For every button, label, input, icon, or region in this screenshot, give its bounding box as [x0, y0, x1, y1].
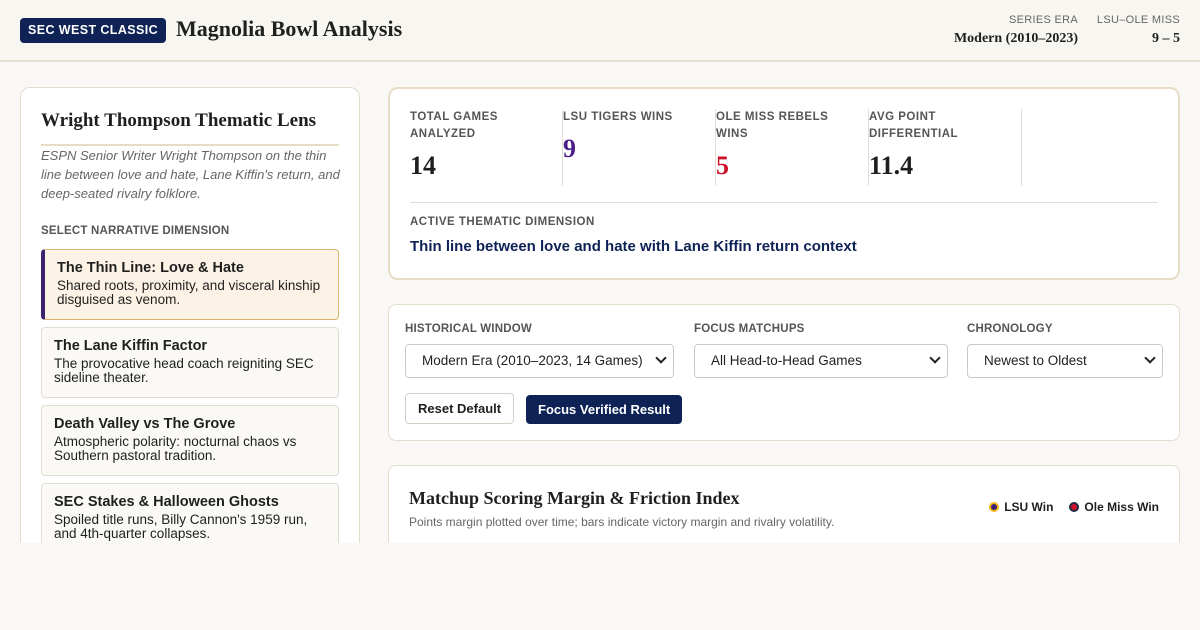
lsu-win-dot-icon [989, 502, 1000, 512]
stat-label: AVG POINT DIFFERENTIAL [869, 111, 959, 140]
dimension-card-thin-line[interactable]: The Thin Line: Love & Hate Shared roots,… [41, 249, 339, 320]
legend-label: LSU Win [1004, 500, 1054, 514]
dimension-card-death-valley[interactable]: Death Valley vs The Grove Atmospheric po… [41, 405, 339, 476]
series-record-value: 9 – 5 [1152, 31, 1180, 46]
stat-label: TOTAL GAMES ANALYZED [410, 111, 498, 140]
historical-window-select[interactable]: Modern Era (2010–2023, 14 Games) [405, 344, 674, 378]
dimension-description: The provocative head coach reigniting SE… [54, 356, 314, 385]
chart-legend: LSU Win Ole Miss Win [973, 500, 1159, 514]
dimension-title: SEC Stakes & Halloween Ghosts [54, 494, 279, 510]
series-era-label: SERIES ERA [1008, 14, 1078, 26]
focus-matchups-label: FOCUS MATCHUPS [694, 323, 805, 335]
legend-item-ole-miss: Ole Miss Win [1069, 500, 1159, 514]
chronology-value: Newest to Oldest [984, 353, 1087, 368]
dimension-title: The Lane Kiffin Factor [54, 338, 208, 354]
series-record-label: LSU–OLE MISS [1096, 14, 1180, 26]
chronology-label: CHRONOLOGY [967, 323, 1053, 335]
legend-item-lsu: LSU Win [989, 500, 1053, 514]
series-era-value: Modern (2010–2023) [953, 31, 1078, 46]
summary-stats-panel: TOTAL GAMES ANALYZED 14 LSU TIGERS WINS … [388, 87, 1180, 280]
page-title: Magnolia Bowl Analysis [176, 16, 403, 41]
stat-label: LSU TIGERS WINS [563, 111, 673, 123]
chevron-down-icon [655, 352, 667, 364]
focus-verified-result-button[interactable]: Focus Verified Result [526, 395, 683, 424]
dimension-description: Atmospheric polarity: nocturnal chaos vs… [54, 434, 297, 463]
dimension-card-lane-kiffin[interactable]: The Lane Kiffin Factor The provocative h… [41, 327, 339, 398]
dimension-title: The Thin Line: Love & Hate [57, 260, 244, 276]
chevron-down-icon [929, 352, 941, 364]
stat-label: OLE MISS REBELS WINS [716, 111, 829, 140]
legend-label: Ole Miss Win [1084, 500, 1159, 514]
series-record-meta: LSU–OLE MISS 9 – 5 [1097, 14, 1180, 47]
dimension-title: Death Valley vs The Grove [54, 416, 236, 432]
lens-title: Wright Thompson Thematic Lens [41, 110, 317, 131]
chronology-select[interactable]: Newest to Oldest [967, 344, 1163, 378]
stats-divider [410, 202, 1158, 203]
filter-panel: HISTORICAL WINDOW Modern Era (2010–2023,… [388, 304, 1180, 441]
reset-default-button[interactable]: Reset Default [405, 393, 515, 424]
stat-lsu-wins: LSU TIGERS WINS 9 [563, 109, 716, 186]
stat-ole-miss-wins: OLE MISS REBELS WINS 5 [716, 109, 869, 186]
historical-window-value: Modern Era (2010–2023, 14 Games) [422, 353, 643, 368]
active-theme-label: ACTIVE THEMATIC DIMENSION [410, 216, 595, 228]
stat-value: 5 [716, 151, 729, 180]
focus-matchups-value: All Head-to-Head Games [711, 353, 862, 368]
dimension-description: Spoiled title runs, Billy Cannon's 1959 … [54, 512, 308, 541]
focus-matchups-select[interactable]: All Head-to-Head Games [694, 344, 948, 378]
chart-title: Matchup Scoring Margin & Friction Index [409, 488, 740, 508]
series-badge: SEC WEST CLASSIC [20, 18, 167, 43]
app-header: SEC WEST CLASSIC Magnolia Bowl Analysis … [0, 0, 1200, 62]
ole-miss-win-dot-icon [1069, 502, 1080, 512]
narrative-dimension-list: The Thin Line: Love & Hate Shared roots,… [41, 249, 339, 556]
chart-subtitle: Points margin plotted over time; bars in… [409, 515, 835, 529]
stat-total-games: TOTAL GAMES ANALYZED 14 [410, 109, 563, 186]
active-theme-value: Thin line between love and hate with Lan… [410, 238, 857, 255]
stat-value: 11.4 [869, 151, 914, 180]
stat-value: 9 [563, 134, 576, 163]
historical-window-label: HISTORICAL WINDOW [405, 323, 532, 335]
chevron-down-icon [1144, 352, 1156, 364]
dimension-description: Shared roots, proximity, and visceral ki… [57, 278, 321, 307]
series-era-meta: SERIES ERA Modern (2010–2023) [954, 14, 1078, 47]
lens-description: ESPN Senior Writer Wright Thompson on th… [41, 148, 340, 201]
stat-value: 14 [410, 151, 436, 180]
narrative-dimension-label: SELECT NARRATIVE DIMENSION [41, 225, 230, 237]
stat-avg-differential: AVG POINT DIFFERENTIAL 11.4 [869, 109, 1022, 186]
thematic-lens-panel: Wright Thompson Thematic Lens ESPN Senio… [20, 87, 360, 557]
page-footer-area [0, 543, 1200, 630]
